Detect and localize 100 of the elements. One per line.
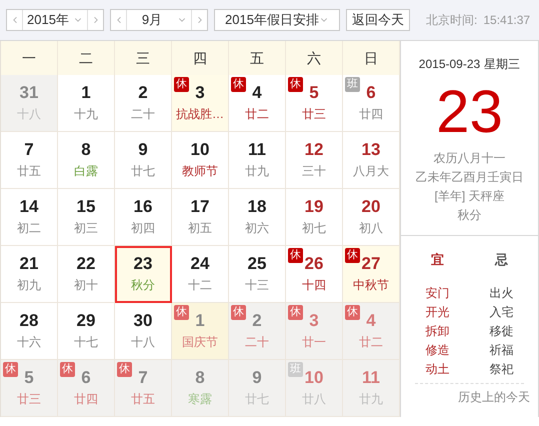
day-cell[interactable]: 29 十七 (58, 303, 115, 360)
day-cell[interactable]: 25 十三 (229, 246, 286, 303)
day-number: 17 (190, 196, 210, 218)
day-cell[interactable]: 休 4 廿二 (229, 75, 286, 132)
day-number: 3 (195, 82, 205, 104)
dropdown-field[interactable]: 2015年 (6, 9, 104, 31)
holiday-badge: 休 (288, 77, 303, 92)
day-number: 23 (134, 253, 152, 275)
day-cell[interactable]: 休 26 十四 (286, 246, 343, 303)
day-number: 3 (309, 310, 319, 332)
day-number: 31 (20, 82, 38, 104)
day-cell[interactable]: 休 5 廿三 (286, 75, 343, 132)
zodiac-text: [羊年] 天秤座 (434, 188, 504, 205)
lunar-date: 廿九 (245, 163, 269, 180)
day-cell[interactable]: 30 十八 (115, 303, 172, 360)
solar-term: 秋分 (458, 207, 482, 224)
day-cell[interactable]: 20 初八 (343, 189, 400, 246)
clock-time: 15:41:37 (483, 12, 530, 29)
good-activity: 动土 (426, 360, 450, 378)
holiday-badge: 班 (345, 77, 360, 92)
good-activity: 拆卸 (426, 322, 450, 340)
day-cell[interactable]: 15 初三 (58, 189, 115, 246)
day-number: 11 (248, 139, 266, 161)
day-cell[interactable]: 1 十九 (58, 75, 115, 132)
day-cell[interactable]: 9 廿七 (115, 132, 172, 189)
holiday-badge: 休 (117, 362, 132, 377)
day-number: 19 (304, 196, 324, 218)
lunar-date: 廿三 (17, 391, 41, 408)
lunar-date: 廿五 (17, 163, 41, 180)
dropdown-field[interactable]: 9月 (110, 9, 208, 31)
day-number: 30 (134, 310, 152, 332)
day-number: 29 (76, 310, 96, 332)
day-number: 11 (362, 367, 380, 389)
day-number: 25 (248, 253, 266, 275)
lunar-date: 廿一 (302, 334, 326, 351)
lunar-date: 十二 (188, 277, 212, 294)
day-number: 5 (309, 82, 319, 104)
lunar-date: 二十 (245, 334, 269, 351)
day-cell[interactable]: 24 十二 (172, 246, 229, 303)
day-cell[interactable]: 休 3 抗战胜… (172, 75, 229, 132)
day-number: 4 (366, 310, 376, 332)
day-number: 24 (190, 253, 210, 275)
day-cell[interactable]: 23 秋分 (115, 246, 172, 303)
day-number: 2 (252, 310, 262, 332)
lunar-date: 初八 (359, 220, 383, 237)
day-cell[interactable]: 18 初六 (229, 189, 286, 246)
good-activity: 开光 (426, 304, 450, 320)
lunar-date: 十八 (131, 334, 155, 351)
day-number: 7 (138, 367, 148, 389)
day-number: 6 (366, 82, 376, 104)
holiday-badge: 休 (288, 248, 303, 263)
lunar-date: 廿二 (245, 106, 269, 123)
dropdown-value: 9月 (140, 11, 164, 30)
holiday-dropdown[interactable]: 2015年假日安排 (214, 9, 340, 31)
day-cell[interactable]: 休 27 中秋节 (343, 246, 400, 303)
day-number: 12 (304, 139, 324, 161)
dropdown-value: 2015年 (26, 11, 70, 30)
day-number: 28 (20, 310, 38, 332)
lunar-date: 初九 (17, 277, 41, 294)
day-number: 22 (76, 253, 96, 275)
day-cell[interactable]: 7 廿五 (1, 132, 58, 189)
day-cell[interactable]: 2 二十 (115, 75, 172, 132)
day-cell[interactable]: 12 三十 (286, 132, 343, 189)
lunar-date: 廿三 (302, 106, 326, 123)
day-number: 16 (134, 196, 152, 218)
history-link[interactable]: 历史上的今天 (458, 388, 530, 406)
day-cell[interactable]: 班 6 廿四 (343, 75, 400, 132)
day-cell[interactable]: 10 教师节 (172, 132, 229, 189)
good-activity: 修造 (426, 342, 450, 358)
day-number: 14 (20, 196, 38, 218)
ganzhi-date: 乙未年乙酉月壬寅日 (416, 169, 524, 186)
day-number: 8 (195, 367, 205, 389)
day-number: 26 (304, 253, 324, 275)
day-cell[interactable]: 19 初七 (286, 189, 343, 246)
lunar-date: 秋分 (131, 277, 155, 294)
day-number: 15 (76, 196, 96, 218)
day-cell[interactable]: 21 初九 (1, 246, 58, 303)
day-number: 27 (362, 253, 380, 275)
lunar-date: 初二 (17, 220, 41, 237)
day-number: 6 (81, 367, 91, 389)
today-button[interactable]: 返回今天 (346, 9, 410, 31)
selected-weekday: 星期三 (484, 56, 520, 73)
day-cell[interactable]: 28 十六 (1, 303, 58, 360)
day-cell[interactable]: 8 白露 (58, 132, 115, 189)
lunar-date: 中秋节 (353, 277, 389, 294)
lunar-date: 廿二 (359, 334, 383, 351)
day-cell[interactable]: 11 廿九 (229, 132, 286, 189)
day-cell[interactable]: 13 八月大 (343, 132, 400, 189)
day-cell[interactable]: 17 初五 (172, 189, 229, 246)
day-number: 9 (138, 139, 148, 161)
selected-date: 2015-09-23 (418, 56, 480, 73)
lunar-date: 三十 (302, 163, 326, 180)
lunar-date: 教师节 (182, 163, 218, 180)
day-cell[interactable]: 14 初二 (1, 189, 58, 246)
day-cell[interactable]: 16 初四 (115, 189, 172, 246)
day-cell[interactable]: 22 初十 (58, 246, 115, 303)
lunar-date: 初五 (188, 220, 212, 237)
lunar-date: 初六 (245, 220, 269, 237)
lunar-date: 廿四 (359, 106, 383, 123)
bad-heading: 忌 (495, 251, 508, 269)
